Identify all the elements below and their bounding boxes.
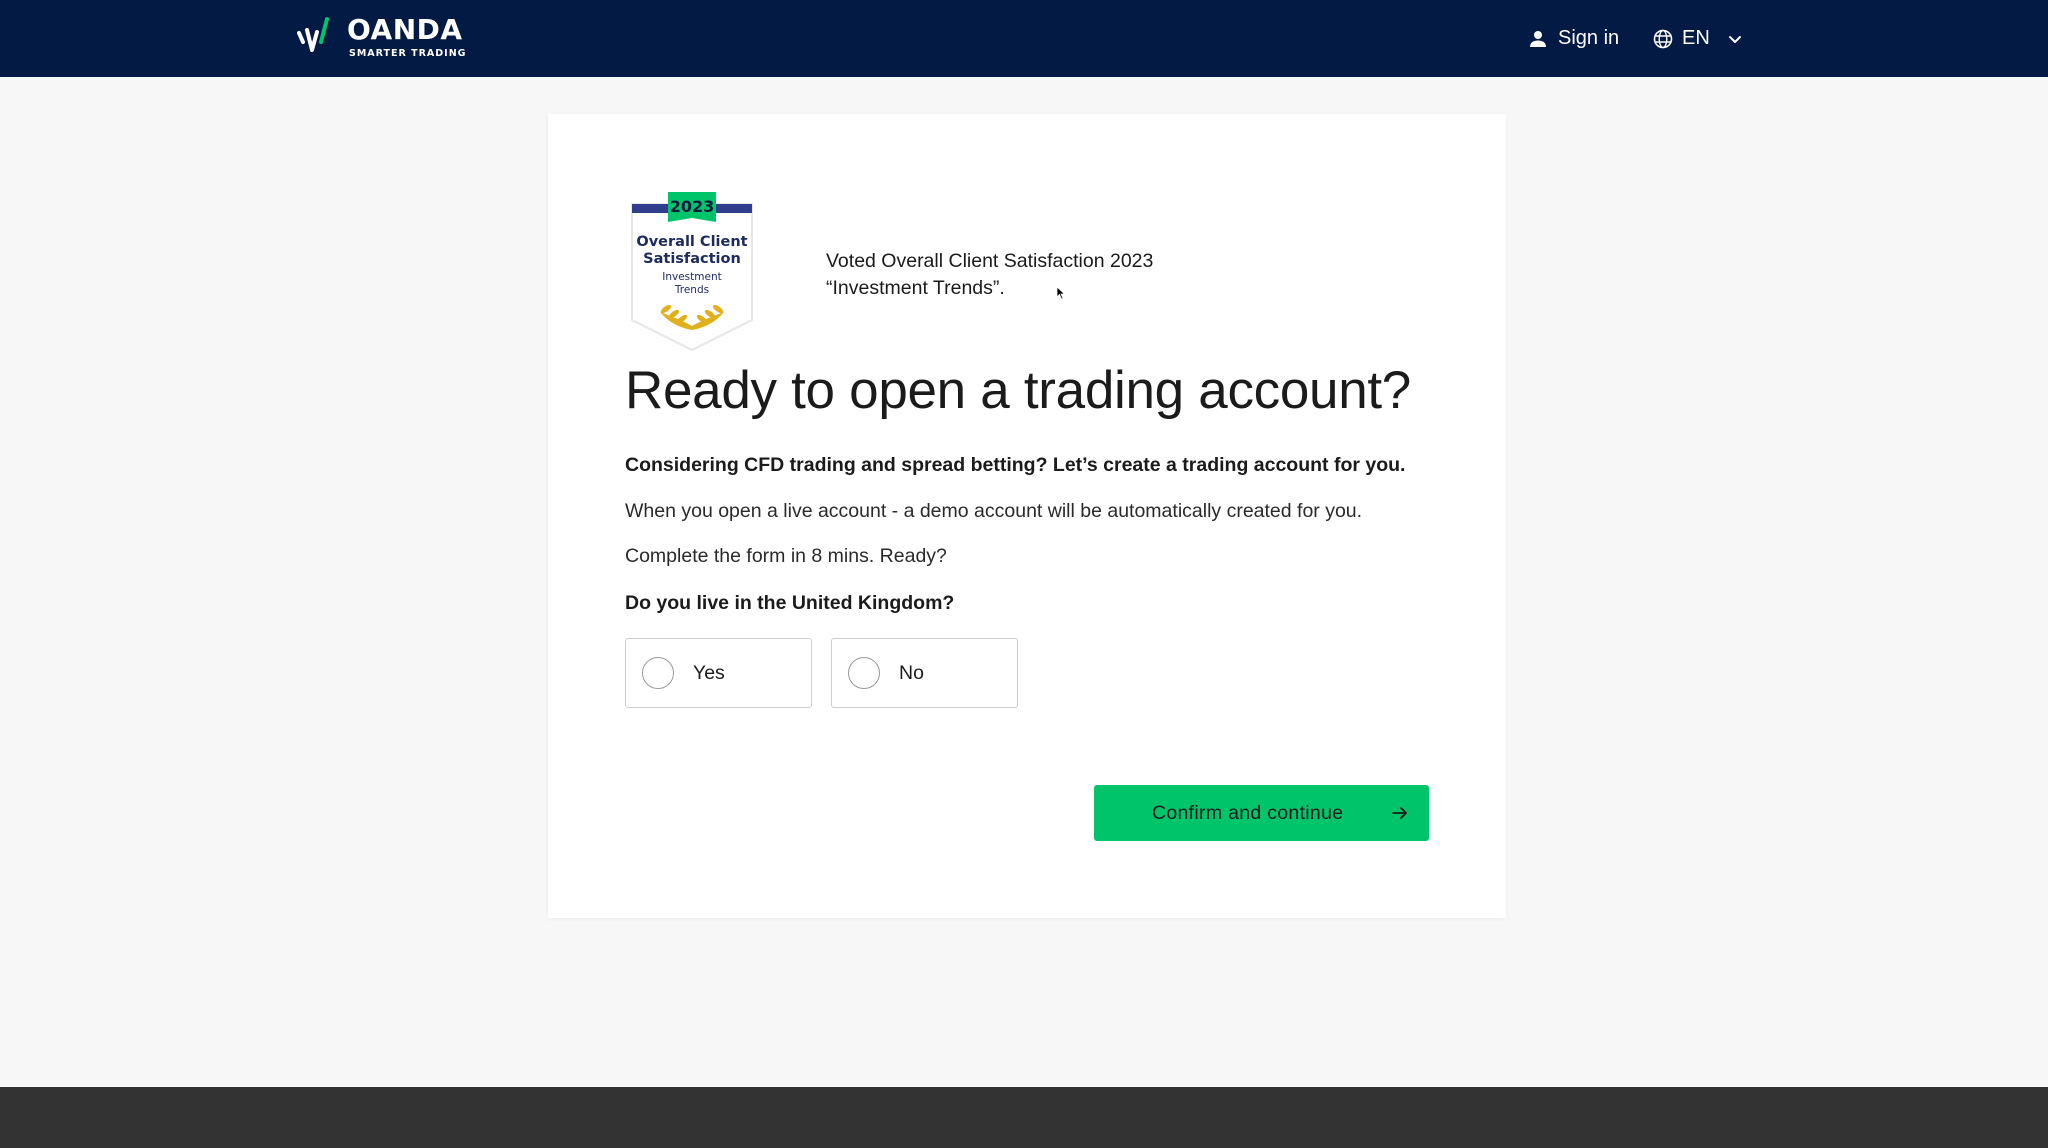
- globe-icon: [1653, 29, 1673, 48]
- logo-tagline: SMARTER TRADING: [349, 47, 467, 59]
- oanda-logo-mark-icon: [297, 17, 329, 52]
- badge-line-1: Overall Client: [636, 234, 747, 250]
- sign-in-link[interactable]: Sign in: [1528, 0, 1619, 77]
- language-label: EN: [1682, 27, 1710, 49]
- badge-line-2: Satisfaction: [643, 251, 741, 267]
- radio-no[interactable]: [848, 657, 880, 689]
- mouse-cursor-icon: [1056, 286, 1066, 300]
- logo-name: OANDA: [347, 12, 463, 46]
- form-duration-note: Complete the form in 8 mins. Ready?: [625, 545, 947, 567]
- account-intro-card: 2023 Overall Client Satisfaction Investm…: [548, 114, 1506, 918]
- confirm-button-label: Confirm and continue: [1152, 801, 1344, 824]
- badge-year: 2023: [670, 197, 715, 216]
- badge-line-3: Investment: [662, 271, 721, 283]
- arrow-right-icon: [1392, 807, 1407, 819]
- oanda-logo[interactable]: OANDA SMARTER TRADING: [297, 12, 466, 62]
- option-yes[interactable]: Yes: [625, 638, 812, 708]
- person-icon: [1530, 30, 1546, 47]
- sign-in-label: Sign in: [1558, 27, 1620, 49]
- residency-question: Do you live in the United Kingdom?: [625, 592, 955, 614]
- option-no[interactable]: No: [831, 638, 1018, 708]
- top-navigation-bar: OANDA SMARTER TRADING Sign in EN: [0, 0, 2048, 77]
- page-footer: [0, 1087, 2048, 1148]
- demo-account-note: When you open a live account - a demo ac…: [625, 500, 1363, 522]
- chevron-down-icon: [1728, 35, 1741, 43]
- award-badge: 2023 Overall Client Satisfaction Investm…: [631, 192, 753, 352]
- lead-text: Considering CFD trading and spread betti…: [625, 454, 1406, 476]
- radio-yes[interactable]: [642, 657, 674, 689]
- badge-line-4: Trends: [674, 284, 709, 296]
- award-caption: Voted Overall Client Satisfaction 2023 “…: [826, 248, 1153, 302]
- option-yes-label: Yes: [693, 661, 725, 684]
- language-selector[interactable]: EN: [1653, 0, 1745, 77]
- page-title: Ready to open a trading account?: [625, 361, 1411, 420]
- award-caption-line-1: Voted Overall Client Satisfaction 2023: [826, 250, 1154, 272]
- confirm-and-continue-button[interactable]: Confirm and continue: [1094, 785, 1429, 841]
- award-caption-line-2: “Investment Trends”.: [826, 277, 1005, 299]
- option-no-label: No: [899, 661, 924, 684]
